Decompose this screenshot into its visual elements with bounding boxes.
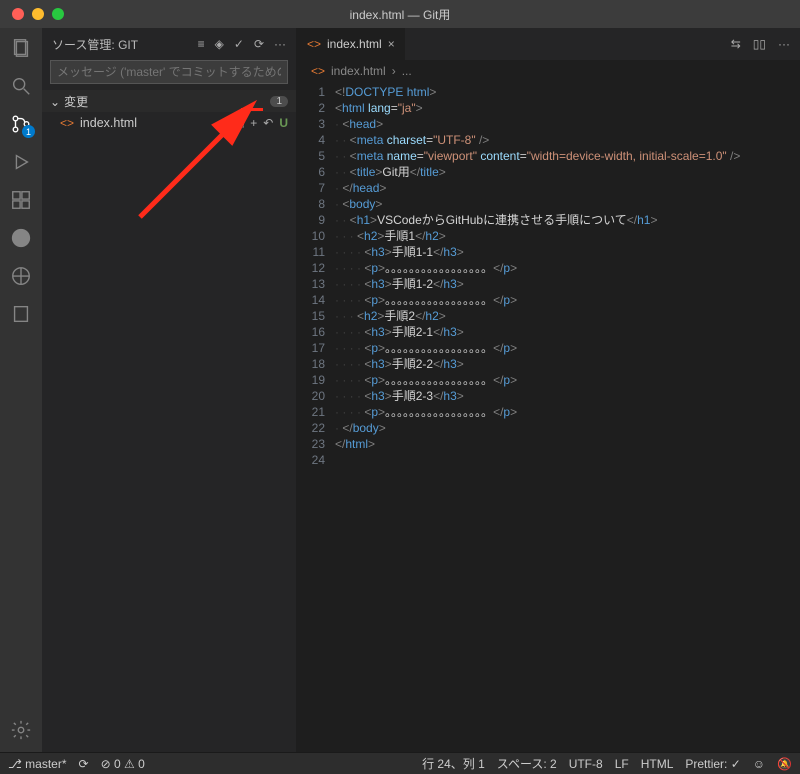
changes-label: 変更 <box>64 95 88 109</box>
open-file-icon[interactable]: ⎘ <box>235 116 245 131</box>
source-control-icon[interactable]: 1 <box>9 112 33 136</box>
status-bar: ⎇ master* ⟳ ⊘ 0 ⚠ 0 行 24、列 1 スペース: 2 UTF… <box>0 752 800 774</box>
status-branch[interactable]: ⎇ master* <box>8 757 67 771</box>
editor: <> index.html × ⇆ ▯▯ ··· <> index.html ›… <box>297 28 800 752</box>
status-sync[interactable]: ⟳ <box>79 757 89 771</box>
status-prettier[interactable]: Prettier: ✓ <box>685 757 740 771</box>
status-linecol[interactable]: 行 24、列 1 <box>422 755 485 772</box>
extensions-icon[interactable] <box>9 188 33 212</box>
manage-gear-icon[interactable] <box>9 718 33 742</box>
sidebar-title-row: ソース管理: GIT ≡ ◈ ✓ ⟳ ··· <box>42 28 296 60</box>
breadcrumb-file: index.html <box>331 64 386 78</box>
refresh-icon[interactable]: ⟳ <box>254 37 264 51</box>
titlebar: index.html — Git用 <box>0 0 800 28</box>
explorer-icon[interactable] <box>9 36 33 60</box>
tab-index-html[interactable]: <> index.html × <box>297 28 406 60</box>
breadcrumb-rest: ... <box>402 64 412 78</box>
code-lines[interactable]: <!DOCTYPE html><html lang="ja">· <head>·… <box>335 82 800 752</box>
file-status-badge: U <box>279 116 288 130</box>
line-numbers: 123456789101112131415161718192021222324 <box>297 82 335 752</box>
code-area[interactable]: 123456789101112131415161718192021222324 … <box>297 82 800 752</box>
status-eol[interactable]: LF <box>615 757 629 771</box>
html-file-icon: <> <box>60 116 74 130</box>
editor-more-icon[interactable]: ··· <box>778 37 790 51</box>
check-icon[interactable]: ✓ <box>234 37 244 51</box>
live-share-icon[interactable] <box>9 264 33 288</box>
close-tab-icon[interactable]: × <box>388 37 395 51</box>
view-tree-icon[interactable]: ≡ <box>198 37 205 51</box>
status-problems[interactable]: ⊘ 0 ⚠ 0 <box>101 757 145 771</box>
stage-plus-icon[interactable]: + <box>250 116 257 130</box>
annotation-underline <box>241 108 263 111</box>
commit-icon[interactable]: ◈ <box>215 37 224 51</box>
status-encoding[interactable]: UTF-8 <box>569 757 603 771</box>
sidebar-title: ソース管理: GIT <box>52 36 138 53</box>
search-icon[interactable] <box>9 74 33 98</box>
accounts-icon[interactable] <box>9 302 33 326</box>
tab-label: index.html <box>327 37 382 51</box>
status-spaces[interactable]: スペース: 2 <box>497 755 557 772</box>
commit-message-input[interactable] <box>50 60 288 84</box>
run-debug-icon[interactable] <box>9 150 33 174</box>
breadcrumbs[interactable]: <> index.html › ... <box>297 60 800 82</box>
changed-file[interactable]: <> index.html ⎘ + ↶ U <box>42 112 296 134</box>
sidebar: ソース管理: GIT ≡ ◈ ✓ ⟳ ··· ⌄変更 1 <>index.htm… <box>42 28 297 752</box>
github-icon[interactable] <box>9 226 33 250</box>
activity-bar: 1 <box>0 28 42 752</box>
split-editor-icon[interactable]: ▯▯ <box>753 37 766 51</box>
commit-message-field[interactable] <box>50 60 288 84</box>
status-feedback[interactable]: ☺ <box>753 757 765 771</box>
scm-badge: 1 <box>22 125 35 138</box>
changes-count: 1 <box>270 96 288 107</box>
breadcrumb-sep: › <box>392 64 396 78</box>
tab-bar: <> index.html × ⇆ ▯▯ ··· <box>297 28 800 60</box>
changed-file-name: index.html <box>80 116 137 130</box>
status-bell[interactable]: 🔕 <box>777 757 792 771</box>
more-icon[interactable]: ··· <box>274 37 286 51</box>
html-file-icon: <> <box>307 37 321 51</box>
discard-icon[interactable]: ↶ <box>263 116 273 130</box>
window-title: index.html — Git用 <box>0 6 800 23</box>
status-language[interactable]: HTML <box>641 757 674 771</box>
compare-icon[interactable]: ⇆ <box>731 37 741 51</box>
html-file-icon: <> <box>311 64 325 78</box>
